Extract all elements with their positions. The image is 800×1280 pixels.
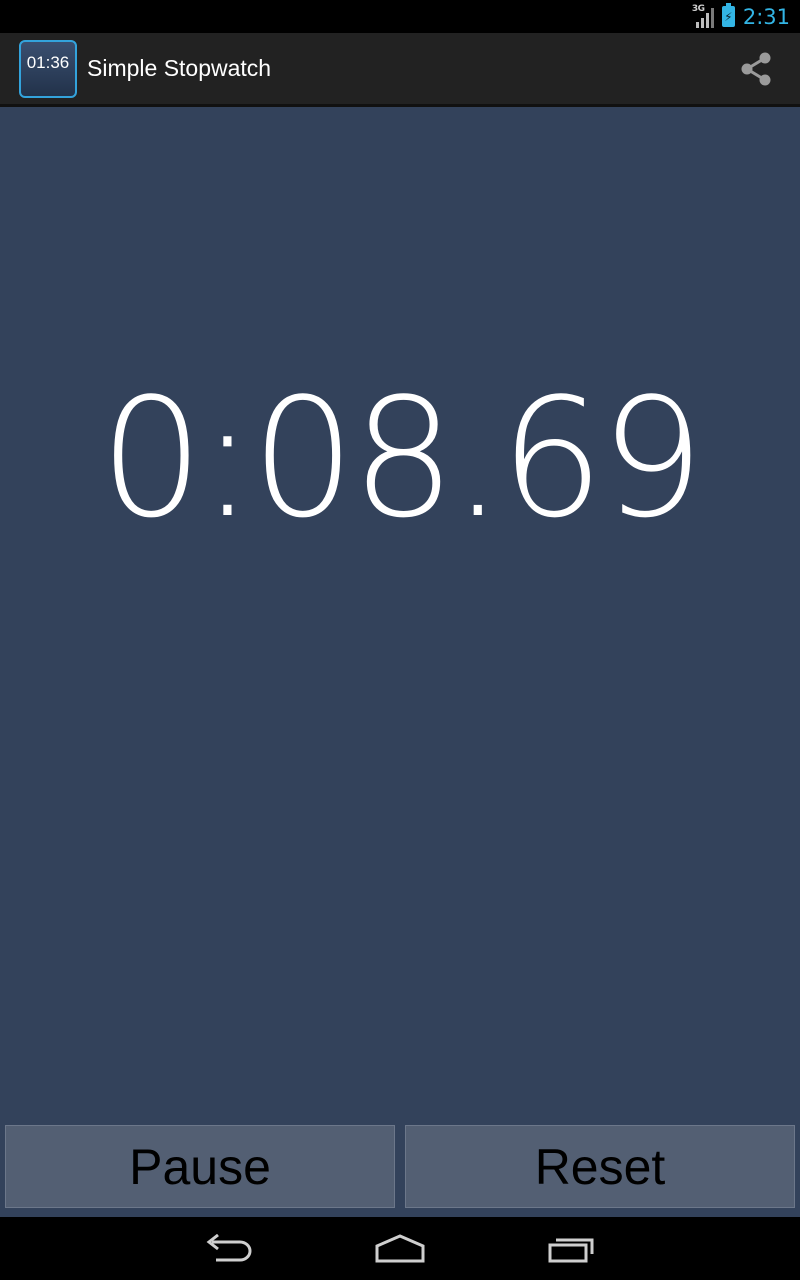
status-bar: 3G ⚡ 2:31 [0,0,800,33]
action-bar: 01:36 Simple Stopwatch [0,33,800,107]
network-type: 3G [691,3,705,14]
app-icon[interactable]: 01:36 [19,39,77,98]
battery-charging-icon: ⚡ [721,3,735,27]
share-button[interactable] [736,49,776,89]
status-time: 2:31 [742,4,790,29]
timer-display: 0:08.69 [99,363,704,554]
home-icon [375,1233,425,1262]
app-icon-text: 01:36 [26,52,70,72]
screen: 3G ⚡ 2:31 01:36 Simple Stopwatch 0:08.69… [0,0,800,1280]
app-title: Simple Stopwatch [87,55,272,81]
pause-button[interactable]: Pause [5,1125,395,1208]
back-icon [206,1233,252,1261]
reset-button[interactable]: Reset [405,1125,795,1208]
nav-bar [0,1217,800,1280]
share-icon [741,52,771,85]
signal-icon: 3G [691,3,714,28]
stopwatch-area: 0:08.69 Pause Reset [0,107,800,1217]
back-button[interactable] [188,1224,268,1274]
controls: Pause Reset [5,1125,795,1208]
recents-button[interactable] [532,1224,612,1274]
recents-icon [548,1238,594,1262]
home-button[interactable] [360,1224,440,1274]
